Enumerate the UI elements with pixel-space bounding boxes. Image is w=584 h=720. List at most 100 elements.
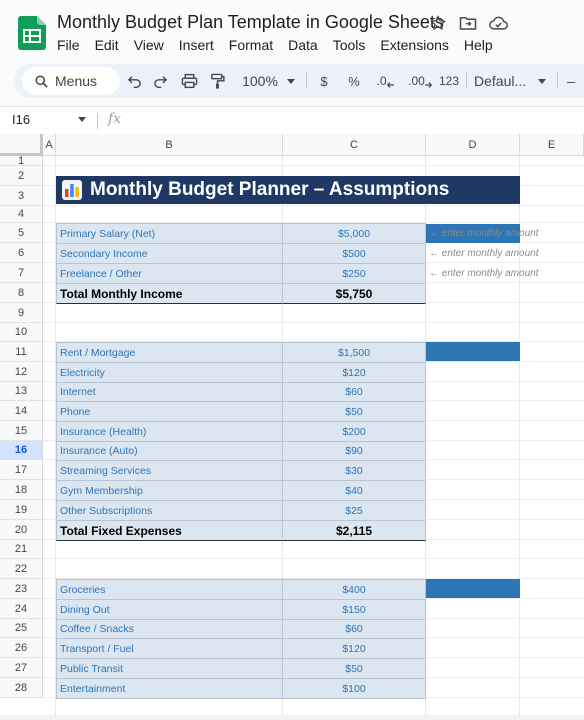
fixed-label-cell[interactable]: Insurance (Auto) [56, 441, 283, 461]
income-label-cell[interactable]: Secondary Income [56, 243, 283, 264]
fixed-label-cell[interactable]: Streaming Services [56, 460, 283, 481]
select-all-corner[interactable] [0, 134, 43, 156]
row-header-8[interactable]: 8 [0, 283, 43, 303]
menu-insert[interactable]: Insert [179, 37, 223, 53]
row-header-1[interactable]: 1 [0, 155, 43, 167]
income-value-cell[interactable]: $500 [283, 243, 426, 264]
redo-icon[interactable] [148, 64, 172, 98]
name-box-dropdown-icon[interactable] [78, 117, 86, 122]
variable-value-cell[interactable]: $60 [283, 619, 426, 639]
row-header-17[interactable]: 17 [0, 460, 43, 480]
fixed-label-cell[interactable]: Other Subscriptions [56, 500, 283, 521]
row-header-18[interactable]: 18 [0, 480, 43, 500]
column-header-b[interactable]: B [56, 134, 283, 156]
variable-label-cell[interactable]: Dining Out [56, 599, 283, 620]
fixed-total-value[interactable]: $2,115 [283, 520, 426, 541]
fixed-total-label[interactable]: Total Fixed Expenses [56, 520, 283, 541]
fixed-value-cell[interactable]: $60 [283, 382, 426, 402]
menu-extensions[interactable]: Extensions [380, 37, 457, 53]
fixed-value-cell[interactable]: $120 [283, 362, 426, 383]
fixed-label-cell[interactable]: Rent / Mortgage [56, 342, 283, 363]
sheet-grid[interactable]: A B C D E 1 2 3 4 5 6 7 8 9 10 11 12 13 14 15 16 17 18 19 2… [0, 134, 584, 720]
variable-label-cell[interactable]: Transport / Fuel [56, 638, 283, 659]
horizontal-scrollbar[interactable] [0, 715, 584, 720]
move-folder-icon[interactable] [458, 13, 478, 33]
row-header-11[interactable]: 11 [0, 342, 43, 362]
column-header-d[interactable]: D [426, 134, 520, 156]
row-header-15[interactable]: 15 [0, 421, 43, 441]
variable-value-cell[interactable]: $400 [283, 579, 426, 600]
fixed-label-cell[interactable]: Phone [56, 401, 283, 422]
row-header-6[interactable]: 6 [0, 243, 43, 263]
column-header-c[interactable]: C [283, 134, 426, 156]
menu-data[interactable]: Data [288, 37, 327, 53]
row-header-22[interactable]: 22 [0, 559, 43, 579]
cloud-status-icon[interactable] [488, 13, 508, 33]
income-label-cell[interactable]: Freelance / Other [56, 263, 283, 284]
row-header-28[interactable]: 28 [0, 678, 43, 698]
row-header-12[interactable]: 12 [0, 362, 43, 382]
print-icon[interactable] [176, 64, 202, 98]
row-header-14[interactable]: 14 [0, 401, 43, 421]
row-header-5[interactable]: 5 [0, 223, 43, 243]
variable-value-cell[interactable]: $120 [283, 638, 426, 659]
row-header-26[interactable]: 26 [0, 638, 43, 658]
zoom-dropdown-icon[interactable] [285, 64, 297, 98]
row-header-20[interactable]: 20 [0, 520, 43, 540]
fixed-value-cell[interactable]: $50 [283, 401, 426, 422]
search-menus-button[interactable]: Menus [22, 67, 120, 95]
income-total-label[interactable]: Total Monthly Income [56, 283, 283, 304]
document-title[interactable]: Monthly Budget Plan Template in Google S… [57, 12, 444, 33]
variable-label-cell[interactable]: Public Transit [56, 658, 283, 679]
row-header-9[interactable]: 9 [0, 303, 43, 323]
income-total-value[interactable]: $5,750 [283, 283, 426, 304]
row-header-23[interactable]: 23 [0, 579, 43, 599]
variable-value-cell[interactable]: $150 [283, 599, 426, 620]
fixed-label-cell[interactable]: Insurance (Health) [56, 421, 283, 442]
menu-view[interactable]: View [134, 37, 173, 53]
row-header-7[interactable]: 7 [0, 263, 43, 283]
row-header-2[interactable]: 2 [0, 166, 43, 186]
income-value-cell[interactable]: $250 [283, 263, 426, 284]
variable-value-cell[interactable]: $50 [283, 658, 426, 679]
row-header-24[interactable]: 24 [0, 599, 43, 619]
star-icon[interactable] [428, 13, 448, 33]
fixed-value-cell[interactable]: $90 [283, 441, 426, 461]
percent-format-button[interactable]: % [344, 64, 364, 98]
column-header-a[interactable]: A [43, 134, 56, 156]
fixed-label-cell[interactable]: Gym Membership [56, 480, 283, 501]
number-format-button[interactable]: 123 [436, 64, 462, 98]
fixed-value-cell[interactable]: $1,500 [283, 342, 426, 363]
menu-tools[interactable]: Tools [333, 37, 375, 53]
fixed-value-cell[interactable]: $40 [283, 480, 426, 501]
variable-label-cell[interactable]: Coffee / Snacks [56, 619, 283, 639]
row-header-21[interactable]: 21 [0, 540, 43, 559]
income-label-cell[interactable]: Primary Salary (Net) [56, 223, 283, 244]
font-size-decrease-button[interactable]: – [564, 64, 578, 98]
income-value-cell[interactable]: $5,000 [283, 223, 426, 244]
fixed-value-cell[interactable]: $30 [283, 460, 426, 481]
zoom-select[interactable]: 100% [236, 64, 284, 98]
currency-format-button[interactable]: $ [314, 64, 334, 98]
font-dropdown-icon[interactable] [536, 64, 548, 98]
variable-label-cell[interactable]: Entertainment [56, 678, 283, 699]
paint-format-icon[interactable] [204, 64, 230, 98]
row-header-25[interactable]: 25 [0, 619, 43, 638]
decrease-decimal-button[interactable]: .0 [372, 64, 398, 98]
variable-label-cell[interactable]: Groceries [56, 579, 283, 600]
row-header-19[interactable]: 19 [0, 500, 43, 520]
row-header-16[interactable]: 16 [0, 441, 43, 460]
column-header-e[interactable]: E [520, 134, 584, 156]
menu-help[interactable]: Help [464, 37, 502, 53]
fixed-value-cell[interactable]: $200 [283, 421, 426, 442]
increase-decimal-button[interactable]: .00 [404, 64, 436, 98]
row-header-10[interactable]: 10 [0, 323, 43, 342]
menu-file[interactable]: File [57, 37, 89, 53]
row-header-4[interactable]: 4 [0, 206, 43, 223]
menu-edit[interactable]: Edit [95, 37, 128, 53]
fixed-label-cell[interactable]: Electricity [56, 362, 283, 383]
variable-value-cell[interactable]: $100 [283, 678, 426, 699]
fixed-value-cell[interactable]: $25 [283, 500, 426, 521]
sheets-logo-icon[interactable] [18, 16, 46, 50]
name-box[interactable]: I16 [12, 112, 30, 127]
